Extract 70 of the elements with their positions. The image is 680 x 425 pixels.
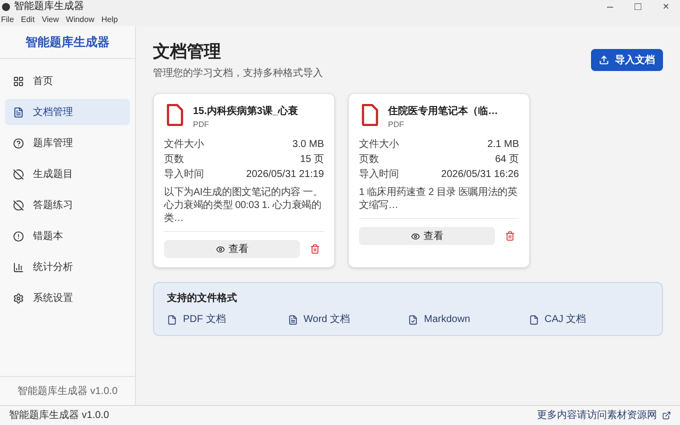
menu-item[interactable]: Window <box>66 16 94 24</box>
format-label: Markdown <box>424 313 470 328</box>
field-value: 3.0 MB <box>292 138 324 152</box>
eye-icon <box>410 232 420 241</box>
field-label: 文件大小 <box>359 138 399 152</box>
bar-chart-icon <box>13 262 24 272</box>
status-text: 智能题库生成器 v1.0.0 <box>9 408 110 423</box>
format-label: Word 文档 <box>304 312 350 328</box>
field-value: 2026/05/31 21:19 <box>246 168 324 182</box>
eye-icon <box>216 244 224 254</box>
file-type: PDF <box>193 119 210 132</box>
grid-icon <box>13 76 24 86</box>
question-icon <box>13 138 24 148</box>
menu-item[interactable]: Help <box>101 16 118 24</box>
pdf-file-icon <box>361 104 379 126</box>
brand-title: 智能题库生成器 <box>26 34 110 51</box>
close-button[interactable]: × <box>652 2 680 13</box>
field-value: 15 页 <box>300 153 324 168</box>
external-link-icon <box>662 411 671 420</box>
nav-item[interactable]: 系统设置 <box>5 285 130 311</box>
menu-item[interactable]: File <box>1 16 14 24</box>
field-label: 导入时间 <box>164 168 204 182</box>
nav-item[interactable]: 首页 <box>5 68 130 94</box>
file-check-icon <box>408 314 418 325</box>
field-value: 64 页 <box>495 153 519 168</box>
document-excerpt: 以下为AI生成的图文笔记的内容 一。心力衰竭的类型 00:03 1. 心力衰竭的类… <box>164 186 324 226</box>
format-label: CAJ 文档 <box>544 312 586 328</box>
document-name: 住院医专用笔记本（临… <box>388 104 498 120</box>
minimize-button[interactable]: – <box>596 2 624 13</box>
file-type: PDF <box>388 119 405 132</box>
document-icon <box>13 106 24 118</box>
field-label: 页数 <box>164 153 184 168</box>
version-label: 智能题库生成器 v1.0.0 <box>17 384 118 398</box>
nav-item[interactable]: 错题本 <box>5 223 130 249</box>
menu-item[interactable]: Edit <box>20 16 35 24</box>
trash-icon <box>310 244 320 254</box>
app-icon <box>2 2 10 10</box>
pdf-file-icon <box>166 104 184 126</box>
page-subtitle: 管理您的学习文档，支持多种格式导入 <box>153 66 323 82</box>
resource-link[interactable]: 更多内容请访问素材资源网 <box>537 408 671 423</box>
view-button[interactable]: 查看 <box>164 240 300 258</box>
format-label: PDF 文档 <box>183 312 226 328</box>
file-icon <box>167 314 177 325</box>
menu-item[interactable]: View <box>42 16 59 24</box>
nav-item[interactable]: 答题练习 <box>5 192 130 218</box>
nav-item[interactable]: 文档管理 <box>5 99 130 125</box>
nav-item[interactable]: 统计分析 <box>5 254 130 280</box>
field-label: 导入时间 <box>359 168 399 182</box>
nav-item[interactable]: 生成题目 <box>5 161 130 187</box>
alert-icon <box>13 230 24 242</box>
import-button[interactable]: 导入文档 <box>591 49 663 71</box>
upload-icon <box>599 55 609 65</box>
formats-title: 支持的文件格式 <box>167 292 238 306</box>
document-excerpt: 1 临床用药速查 2 目录 医嘱用法的英文缩写… <box>359 186 518 212</box>
file-icon <box>528 314 538 325</box>
view-button[interactable]: 查看 <box>359 227 495 246</box>
circle-icon <box>13 200 24 210</box>
page-title: 文档管理 <box>153 41 222 62</box>
field-label: 文件大小 <box>164 138 204 152</box>
field-label: 页数 <box>359 153 379 168</box>
circle-icon <box>13 168 24 180</box>
field-value: 2.1 MB <box>487 138 519 152</box>
nav-item[interactable]: 题库管理 <box>5 130 130 156</box>
settings-icon <box>13 292 24 304</box>
document-icon <box>288 314 298 325</box>
trash-icon <box>505 231 515 242</box>
maximize-button[interactable]: □ <box>624 2 652 13</box>
document-name: 15.内科疾病第3课_心衰 <box>193 104 298 120</box>
window-title: 智能题库生成器 <box>14 2 84 12</box>
field-value: 2026/05/31 16:26 <box>441 168 519 182</box>
